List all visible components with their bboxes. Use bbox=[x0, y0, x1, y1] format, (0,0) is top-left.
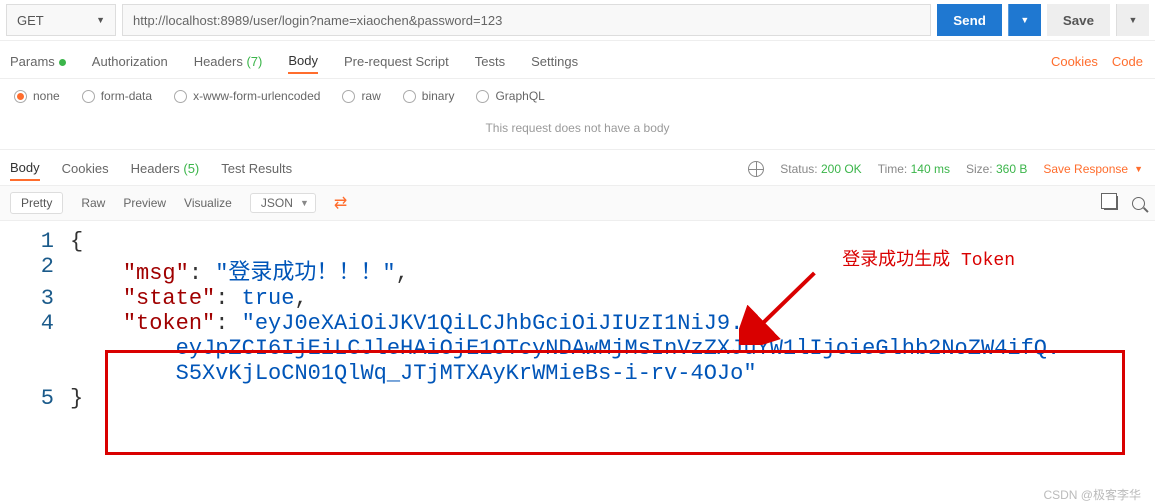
radio-icon bbox=[174, 90, 187, 103]
size-label: Size: bbox=[966, 162, 993, 176]
url-value: http://localhost:8989/user/login?name=xi… bbox=[133, 13, 502, 28]
radio-icon bbox=[82, 90, 95, 103]
params-indicator bbox=[59, 59, 66, 66]
send-button[interactable]: Send bbox=[937, 4, 1002, 36]
tab-authorization[interactable]: Authorization bbox=[92, 50, 168, 73]
response-meta: Status: 200 OK Time: 140 ms Size: 360 B … bbox=[748, 161, 1143, 177]
copy-icon[interactable] bbox=[1104, 196, 1118, 210]
radio-icon bbox=[476, 90, 489, 103]
response-tabs: Body Cookies Headers (5) Test Results St… bbox=[0, 150, 1155, 185]
resp-tab-cookies[interactable]: Cookies bbox=[62, 157, 109, 180]
search-icon[interactable] bbox=[1132, 197, 1145, 210]
chevron-down-icon: ▼ bbox=[96, 15, 105, 25]
no-body-message: This request does not have a body bbox=[0, 111, 1155, 150]
radio-icon bbox=[342, 90, 355, 103]
view-visualize[interactable]: Visualize bbox=[184, 196, 232, 210]
language-select[interactable]: JSON▼ bbox=[250, 193, 316, 213]
request-tabs: Params Authorization Headers (7) Body Pr… bbox=[0, 41, 1155, 79]
tab-params[interactable]: Params bbox=[10, 50, 66, 73]
line-number: 2 bbox=[0, 254, 70, 279]
time-value: 140 ms bbox=[911, 162, 950, 176]
body-form-data[interactable]: form-data bbox=[82, 89, 152, 103]
tab-headers[interactable]: Headers (7) bbox=[194, 50, 263, 73]
line-number: 4 bbox=[0, 311, 70, 336]
time-label: Time: bbox=[878, 162, 908, 176]
method-value: GET bbox=[17, 13, 44, 28]
status-value: 200 OK bbox=[821, 162, 862, 176]
cookies-link[interactable]: Cookies bbox=[1051, 54, 1098, 69]
save-response[interactable]: Save Response▼ bbox=[1043, 162, 1143, 176]
wrap-lines-icon[interactable]: ⇄ bbox=[334, 193, 347, 213]
send-dropdown[interactable]: ▼ bbox=[1008, 4, 1041, 36]
body-none[interactable]: none bbox=[14, 89, 60, 103]
code-link[interactable]: Code bbox=[1112, 54, 1143, 69]
radio-icon bbox=[14, 90, 27, 103]
view-pretty[interactable]: Pretty bbox=[10, 192, 63, 214]
save-dropdown[interactable]: ▼ bbox=[1116, 4, 1149, 36]
globe-icon[interactable] bbox=[748, 161, 764, 177]
line-number: 1 bbox=[0, 229, 70, 254]
view-raw[interactable]: Raw bbox=[81, 196, 105, 210]
body-x-www-form[interactable]: x-www-form-urlencoded bbox=[174, 89, 320, 103]
resp-tab-body[interactable]: Body bbox=[10, 156, 40, 181]
size-value: 360 B bbox=[996, 162, 1027, 176]
request-bar: GET ▼ http://localhost:8989/user/login?n… bbox=[0, 0, 1155, 41]
resp-headers-count: (5) bbox=[183, 161, 199, 176]
tab-tests[interactable]: Tests bbox=[475, 50, 505, 73]
save-button[interactable]: Save bbox=[1047, 4, 1110, 36]
view-preview[interactable]: Preview bbox=[123, 196, 166, 210]
body-type-row: none form-data x-www-form-urlencoded raw… bbox=[0, 79, 1155, 111]
chevron-down-icon: ▼ bbox=[1134, 164, 1143, 174]
response-view-row: Pretty Raw Preview Visualize JSON▼ ⇄ bbox=[0, 185, 1155, 221]
chevron-down-icon: ▼ bbox=[1020, 15, 1029, 25]
chevron-down-icon: ▼ bbox=[300, 198, 309, 208]
tab-body[interactable]: Body bbox=[288, 49, 318, 74]
line-number: 5 bbox=[0, 386, 70, 411]
resp-tab-headers[interactable]: Headers (5) bbox=[131, 157, 200, 180]
url-input[interactable]: http://localhost:8989/user/login?name=xi… bbox=[122, 4, 931, 36]
request-links: Cookies Code bbox=[1051, 54, 1143, 69]
line-number: 3 bbox=[0, 286, 70, 311]
chevron-down-icon: ▼ bbox=[1129, 15, 1138, 25]
watermark: CSDN @极客李华 bbox=[1043, 486, 1141, 503]
annotation-label: 登录成功生成 Token bbox=[842, 245, 1015, 271]
radio-icon bbox=[403, 90, 416, 103]
body-binary[interactable]: binary bbox=[403, 89, 455, 103]
tab-settings[interactable]: Settings bbox=[531, 50, 578, 73]
headers-count: (7) bbox=[246, 54, 262, 69]
status-label: Status: bbox=[780, 162, 817, 176]
resp-tab-tests[interactable]: Test Results bbox=[221, 157, 292, 180]
body-graphql[interactable]: GraphQL bbox=[476, 89, 544, 103]
response-body: 1{ 2 "msg": "登录成功！！！", 3 "state": true, … bbox=[0, 221, 1155, 419]
http-method-select[interactable]: GET ▼ bbox=[6, 4, 116, 36]
tab-prerequest[interactable]: Pre-request Script bbox=[344, 50, 449, 73]
body-raw[interactable]: raw bbox=[342, 89, 380, 103]
